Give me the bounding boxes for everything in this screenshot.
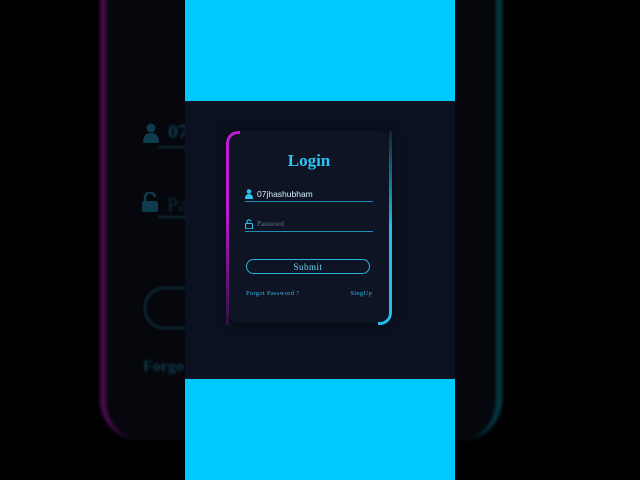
login-title: Login [287,151,331,170]
blurred-lock-icon [142,192,158,212]
login-card: Login Submit Forgot Password ? SingUp [226,131,392,325]
blurred-forgot-text: Forgo [143,358,184,375]
username-field [245,187,373,202]
app-screen: Login Submit Forgot Password ? SingUp [185,101,455,379]
blurred-password-text: Pa [167,194,187,216]
unlock-icon [245,219,253,229]
submit-button[interactable]: Submit [246,259,370,274]
blurred-username-line [158,146,188,148]
blurred-password-line [158,216,188,218]
password-field [245,217,373,232]
user-icon [245,189,253,199]
password-input[interactable] [257,218,373,230]
blurred-user-icon [143,123,159,143]
forgot-password-link[interactable]: Forgot Password ? [246,290,299,297]
phone-frame: Login Submit Forgot Password ? SingUp [185,0,455,480]
signup-link[interactable]: SingUp [350,290,372,297]
username-input[interactable] [257,188,373,200]
